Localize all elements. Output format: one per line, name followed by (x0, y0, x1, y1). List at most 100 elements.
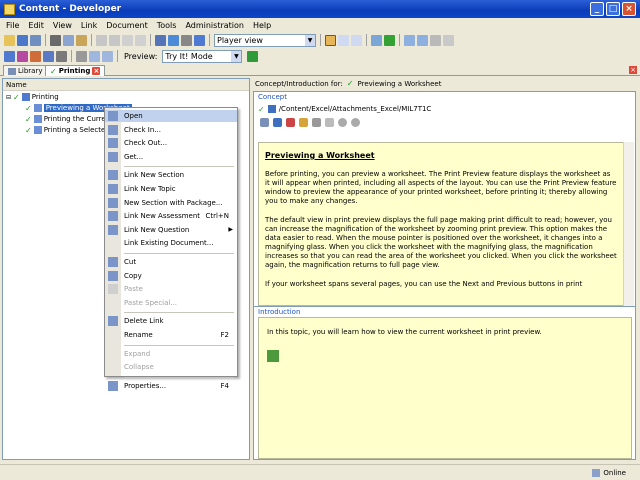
assessment-icon[interactable] (43, 50, 54, 62)
checkmark-icon: ✓ (258, 104, 265, 114)
topic-icon[interactable] (17, 50, 28, 62)
menu-item-label: Link New Assessment (124, 212, 201, 221)
menu-item-label: Delete Link (124, 317, 164, 326)
menu-help[interactable]: Help (253, 21, 271, 30)
delete-icon[interactable] (122, 34, 133, 46)
export-icon[interactable] (417, 34, 428, 46)
settings-icon[interactable] (312, 117, 321, 127)
menu-link[interactable]: Link (81, 21, 97, 30)
menu-tools[interactable]: Tools (157, 21, 177, 30)
move-down-icon[interactable] (102, 50, 113, 62)
menu-item-rename[interactable]: Rename F2 (105, 329, 237, 341)
question-icon[interactable] (56, 50, 67, 62)
menu-document[interactable]: Document (106, 21, 147, 30)
collapse-icon[interactable]: ⊟ (6, 94, 11, 101)
tree-item[interactable]: ✓ Printing the Current (25, 114, 113, 124)
menu-item-new-section-with-package[interactable]: New Section with Package... (105, 197, 237, 209)
tab-library[interactable]: Library (3, 65, 48, 76)
properties-icon[interactable] (181, 34, 192, 46)
menu-item-get[interactable]: Get... (105, 151, 237, 163)
spelling-icon[interactable] (155, 34, 166, 46)
menu-item-link-existing-document[interactable]: Link Existing Document... (105, 237, 237, 249)
settings-icon[interactable] (443, 34, 454, 46)
book-icon (267, 350, 279, 362)
copy-icon[interactable] (63, 34, 74, 46)
find-replace-icon[interactable] (168, 34, 179, 46)
view-select[interactable]: Player view ▼ (214, 33, 316, 47)
menu-item-open[interactable]: Open (105, 110, 237, 122)
menu-item-paste[interactable]: Paste (105, 283, 237, 295)
find-icon[interactable] (135, 34, 146, 46)
layout-2-icon[interactable] (338, 34, 349, 46)
refresh-icon[interactable] (384, 34, 395, 46)
menu-item-link-new-section[interactable]: Link New Section (105, 169, 237, 181)
menu-item-collapse[interactable]: Collapse (105, 361, 237, 373)
preview-icon[interactable] (325, 117, 334, 127)
menu-administration[interactable]: Administration (185, 21, 244, 30)
preview-select[interactable]: Try It! Mode ▼ (162, 49, 243, 63)
introduction-content[interactable]: In this topic, you will learn how to vie… (258, 317, 632, 459)
forward-icon[interactable] (351, 117, 360, 127)
save-all-icon[interactable] (30, 34, 41, 46)
menu-item-paste-special[interactable]: Paste Special... (105, 297, 237, 309)
checkmark-icon: ✓ (13, 92, 20, 102)
menu-view[interactable]: View (53, 21, 72, 30)
back-icon[interactable] (338, 117, 347, 127)
link-icon[interactable] (260, 117, 269, 127)
package-icon[interactable] (30, 50, 41, 62)
concept-content[interactable]: Previewing a Worksheet Before printing, … (258, 142, 624, 306)
tab-printing[interactable]: ✓ Printing × (45, 65, 106, 76)
help-icon[interactable] (194, 34, 205, 46)
tree-root[interactable]: ⊟ ✓ Printing (6, 92, 59, 102)
menu-item-properties[interactable]: Properties... F4 (105, 380, 237, 392)
menu-item-cut[interactable]: Cut (105, 256, 237, 268)
menu-bar: File Edit View Link Document Tools Admin… (0, 18, 640, 32)
tools-icon[interactable] (76, 50, 87, 62)
paste-icon[interactable] (76, 34, 87, 46)
secondary-toolbar: Preview: Try It! Mode ▼ (0, 48, 640, 64)
menu-edit[interactable]: Edit (28, 21, 44, 30)
open-icon[interactable] (4, 34, 15, 46)
section-icon[interactable] (4, 50, 15, 62)
user-icon[interactable] (430, 34, 441, 46)
save-icon[interactable] (17, 34, 28, 46)
maximize-button[interactable]: □ (606, 2, 620, 16)
menu-item-link-new-question[interactable]: Link New Question ▶ (105, 224, 237, 236)
layout-3-icon[interactable] (351, 34, 362, 46)
status-text: Online (603, 468, 626, 477)
menu-item-shortcut: F4 (220, 381, 229, 390)
edit-icon[interactable] (299, 117, 308, 127)
close-icon[interactable]: × (629, 66, 637, 74)
menu-item-check-in[interactable]: Check In... (105, 124, 237, 136)
layout-1-icon[interactable] (325, 34, 336, 46)
preview-label: Preview: (124, 51, 158, 61)
menu-item-delete-link[interactable]: Delete Link (105, 315, 237, 327)
menu-item-link-new-assessment[interactable]: Link New Assessment Ctrl+N (105, 210, 237, 222)
menu-item-link-new-topic[interactable]: Link New Topic (105, 183, 237, 195)
menu-separator (124, 312, 234, 314)
menu-item-check-out[interactable]: Check Out... (105, 137, 237, 149)
menu-file[interactable]: File (6, 21, 19, 30)
view-select-value: Player view (217, 35, 263, 45)
menu-item-expand[interactable]: Expand (105, 348, 237, 360)
remove-icon[interactable] (286, 117, 295, 127)
close-tab-icon[interactable]: × (92, 67, 101, 75)
menu-item-copy[interactable]: Copy (105, 270, 237, 282)
publish-icon[interactable] (404, 34, 415, 46)
globe-icon[interactable] (273, 117, 282, 127)
play-icon[interactable] (247, 50, 259, 62)
network-icon (592, 468, 601, 477)
tree-item[interactable]: ✓ Printing a Selected (25, 125, 110, 135)
concept-scrollbar[interactable] (623, 142, 634, 306)
concept-heading: Previewing a Worksheet (265, 151, 375, 160)
minimize-button[interactable]: _ (590, 2, 604, 16)
redo-icon[interactable] (109, 34, 120, 46)
move-up-icon[interactable] (89, 50, 100, 62)
name-column-header[interactable]: Name (3, 79, 249, 91)
undo-icon[interactable] (96, 34, 107, 46)
close-button[interactable]: × (622, 2, 636, 16)
cut-icon[interactable] (50, 34, 61, 46)
context-menu: Open Check In... Check Out... Get... Link Ne… (104, 107, 238, 391)
print-icon[interactable] (371, 34, 382, 46)
concept-group: Concept ✓ /Content/Excel/Attachments_Exc… (253, 91, 636, 309)
